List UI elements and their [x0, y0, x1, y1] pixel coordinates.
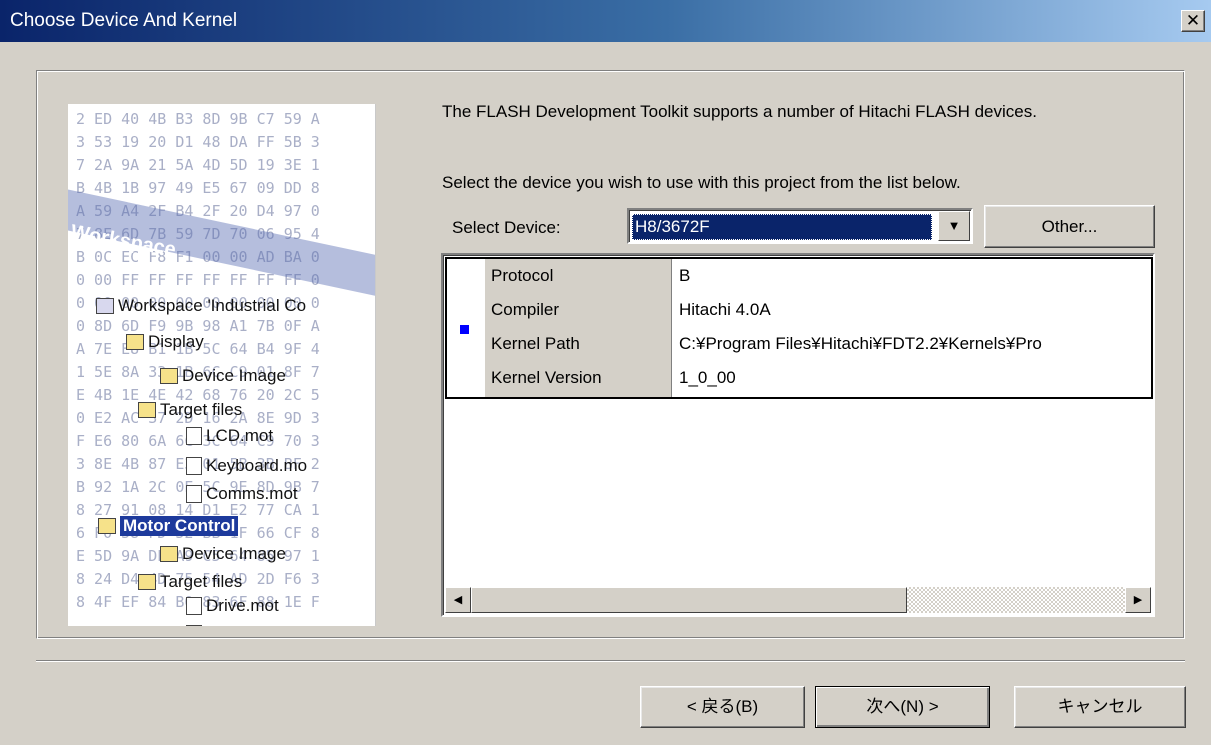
close-button[interactable]: ✕	[1181, 10, 1205, 32]
tree-node-label: Display	[148, 332, 204, 351]
tree-node: Workspace 'Industrial Co	[96, 296, 306, 316]
tree-node: Target files	[138, 572, 242, 592]
tree-node-label: Device Image	[182, 544, 286, 563]
project-icon	[98, 518, 116, 534]
entry-marker	[447, 259, 485, 397]
folder-icon	[138, 402, 156, 418]
tree-node: Display	[126, 332, 204, 352]
horizontal-scrollbar[interactable]: ◀ ▶	[445, 587, 1151, 613]
back-button[interactable]: < 戻る(B)	[640, 686, 805, 728]
tree-node-label: Data.mot	[206, 624, 275, 626]
illustration-tree: Workspace 'Industrial Co Display Device Im…	[68, 104, 375, 626]
protocol-value: B	[679, 266, 691, 285]
compiler-key: Compiler	[491, 300, 560, 319]
intro-text: The FLASH Development Toolkit supports a…	[442, 102, 1037, 121]
tree-node: Keyboard.mo	[186, 456, 307, 476]
select-hint-text: Select the device you wish to use with t…	[442, 173, 961, 192]
window-title: Choose Device And Kernel	[10, 10, 238, 31]
tree-node-label: LCD.mot	[206, 426, 274, 445]
scroll-right-icon[interactable]: ▶	[1125, 587, 1151, 613]
tree-node-label: Comms.mot	[206, 484, 298, 503]
tree-node-label: Keyboard.mo	[206, 456, 308, 475]
protocol-key: Protocol	[491, 266, 554, 285]
tree-node-label: Target files	[160, 400, 243, 419]
device-combobox-value[interactable]: H8/3672F	[632, 214, 932, 240]
workspace-illustration: 2 ED 40 4B B3 8D 9B C7 59 A 3 53 19 20 D…	[68, 104, 376, 626]
title-bar[interactable]: Choose Device And Kernel ✕	[0, 0, 1211, 42]
project-icon	[96, 298, 114, 314]
tree-node: Data.mot	[186, 624, 275, 626]
file-icon	[186, 597, 202, 615]
folder-icon	[160, 546, 178, 562]
device-info-selected-entry[interactable]: Protocol B Compiler Hitachi 4.0A Kernel …	[445, 257, 1153, 399]
tree-node-label: Workspace 'Industrial Co	[118, 296, 307, 315]
column-separator	[671, 259, 672, 397]
project-icon	[126, 334, 144, 350]
file-icon	[186, 427, 202, 445]
next-button[interactable]: 次へ(N) >	[815, 686, 990, 728]
tree-node: Target files	[138, 400, 242, 420]
button-divider	[36, 660, 1185, 662]
other-button[interactable]: Other...	[984, 205, 1155, 248]
cancel-button[interactable]: キャンセル	[1014, 686, 1186, 728]
tree-node-label: Motor Control	[120, 516, 239, 536]
device-info-list[interactable]: Protocol B Compiler Hitachi 4.0A Kernel …	[441, 253, 1155, 617]
tree-node: LCD.mot	[186, 426, 273, 446]
compiler-value: Hitachi 4.0A	[679, 300, 771, 319]
tree-node-label: Drive.mot	[206, 596, 279, 615]
kernel-version-key: Kernel Version	[491, 368, 602, 387]
tree-node-label: Target files	[160, 572, 243, 591]
file-icon	[186, 625, 202, 626]
file-icon	[186, 485, 202, 503]
selection-marker-icon	[460, 325, 469, 334]
scroll-thumb[interactable]	[471, 587, 907, 613]
folder-icon	[138, 574, 156, 590]
file-icon	[186, 457, 202, 475]
tree-node: Device Image	[160, 544, 286, 564]
device-combobox[interactable]: H8/3672F ▼	[627, 208, 973, 244]
tree-node-label: Device Image	[182, 366, 286, 385]
kernel-path-value: C:¥Program Files¥Hitachi¥FDT2.2¥Kernels¥…	[679, 334, 1042, 353]
kernel-path-key: Kernel Path	[491, 334, 580, 353]
tree-node: Device Image	[160, 366, 286, 386]
folder-icon	[160, 368, 178, 384]
kernel-version-value: 1_0_00	[679, 368, 736, 387]
scroll-left-icon[interactable]: ◀	[445, 587, 471, 613]
dialog-window: Choose Device And Kernel ✕ 2 ED 40 4B B3…	[0, 0, 1211, 745]
tree-node: Comms.mot	[186, 484, 298, 504]
select-device-label: Select Device:	[452, 218, 561, 237]
tree-node: Drive.mot	[186, 596, 279, 616]
chevron-down-icon[interactable]: ▼	[938, 211, 970, 241]
tree-node: Motor Control	[98, 516, 239, 536]
